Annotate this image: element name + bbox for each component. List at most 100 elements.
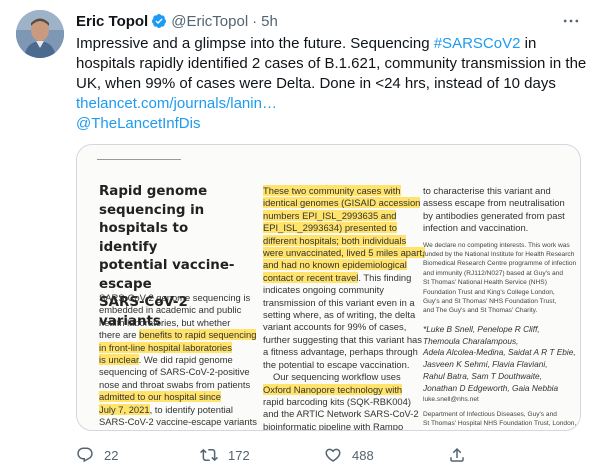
- paper-text-line: bioinformatic pipeline with Rampo: [263, 420, 425, 431]
- author-line: Jonathan D Edgeworth, Gaia Nebbia: [423, 382, 559, 393]
- paper-text: further suggesting that this variant has: [263, 333, 422, 345]
- paper-text-line: further suggesting that this variant has: [263, 334, 425, 346]
- heart-icon: [325, 448, 341, 462]
- retweet-button[interactable]: 172: [200, 444, 250, 466]
- author-name[interactable]: Eric Topol: [76, 13, 148, 30]
- tweet-text-segment: Impressive and a glimpse into the future…: [76, 35, 434, 52]
- funding-note-line: and immunity (RJ112/N027) based at Guy's…: [423, 269, 564, 277]
- paper-text-line: the potential to escape vaccination.: [263, 359, 425, 371]
- page-rule: [97, 159, 181, 160]
- mention-link[interactable]: @TheLancetInfDis: [76, 114, 581, 134]
- highlighted-text: is unclear: [99, 354, 139, 366]
- paper-text-line: for infection control and public health: [99, 428, 257, 430]
- funding-note-line: funded by the National Institute for Hea…: [423, 251, 575, 259]
- reply-button[interactable]: 22: [76, 444, 118, 466]
- paper-text-line: admitted to our hospital since: [99, 391, 257, 403]
- paper-text-line: identical genomes (GISAID accession: [263, 197, 425, 209]
- tweet-text-line: UK, when 99% of cases were Delta. Done i…: [76, 75, 556, 92]
- tweet-text-line: hospitals rapidly identified 2 cases of …: [76, 55, 587, 72]
- highlighted-text: benefits to rapid sequencing: [139, 329, 257, 341]
- highlighted-text: in front-line hospital laboratories: [99, 341, 232, 353]
- highlighted-text: July 7, 2021: [99, 403, 150, 415]
- affiliation-line: SE1 9RT, UK: [423, 429, 576, 431]
- author-line: Jasveen K Sehmi, Flavia Flaviani,: [423, 359, 548, 370]
- paper-text-line: SARS-CoV-2 vaccine-escape variants: [99, 416, 257, 428]
- paper-text-line: rapid barcoding kits (SQK-RBK004): [263, 396, 425, 408]
- paper-text: , to identify potential: [149, 403, 233, 415]
- paper-text-line: and the ARTIC Network SARS-CoV-2: [263, 408, 425, 420]
- paper-text: nose and throat swabs from patients: [99, 378, 251, 390]
- paper-text-line: in front-line hospital laboratories: [99, 341, 257, 354]
- paper-text-line: contact or recent travel. This finding: [263, 271, 425, 284]
- paper-text-line: July 7, 2021, to identify potential: [99, 403, 257, 416]
- paper-text: a fitness advantage, perhaps through: [263, 346, 418, 358]
- like-count: 488: [352, 447, 374, 463]
- paper-text-line: and had no known epidemiological: [263, 259, 425, 271]
- paper-text: Our sequencing workflow uses: [273, 371, 401, 383]
- paper-page: Rapid genome sequencing in hospitals to id…: [77, 145, 580, 431]
- affiliation-line: Department of Infectious Diseases, Guy's…: [423, 411, 557, 419]
- paper-text-line: embedded in academic and public: [99, 304, 257, 316]
- more-options-icon[interactable]: [560, 11, 582, 31]
- share-icon: [450, 447, 464, 462]
- highlighted-text: identical genomes (GISAID accession: [263, 197, 421, 209]
- paper-text: health laboratories, but whether: [99, 316, 231, 328]
- paper-text: indicates ongoing community: [263, 284, 384, 296]
- like-button[interactable]: 488: [324, 444, 374, 466]
- paper-text: rapid barcoding kits (SQK-RBK004): [263, 395, 411, 407]
- affiliation-line: St Thomas' Hospital NHS Foundation Trust…: [423, 420, 577, 428]
- author-avatar[interactable]: [16, 10, 64, 58]
- funding-note-line: St Thomas' National Health Service (NHS): [423, 279, 547, 287]
- paper-title-line: hospitals to identify: [99, 221, 189, 255]
- paper-title-line: potential vaccine-escape: [99, 258, 235, 292]
- tweet-body: Impressive and a glimpse into the future…: [76, 34, 587, 134]
- paper-text: . This finding: [358, 271, 412, 283]
- paper-text: SARS-CoV-2 genome sequencing is: [99, 292, 251, 303]
- paper-text: and the ARTIC Network SARS-CoV-2: [263, 408, 419, 420]
- highlighted-text: were unvaccinated, lived 5 miles apart,: [263, 247, 425, 259]
- paper-text-line: numbers EPI_ISL_2993635 and: [263, 209, 425, 222]
- paper-text: bioinformatic pipeline with Rampo: [263, 420, 404, 431]
- paper-text-line: to characterise this variant and: [423, 185, 551, 196]
- retweet-icon: [200, 448, 218, 462]
- funding-note-line: and The Guy's and St Thomas' Charity.: [423, 307, 538, 315]
- highlighted-text: These two community cases with: [263, 185, 401, 196]
- paper-text-line: infection and vaccination.: [423, 222, 529, 234]
- paper-column-3: to characterise this variant and assess e…: [423, 185, 577, 431]
- paper-title-line: Rapid genome: [99, 184, 208, 199]
- paper-text-line: setting where, as of writing, the delta: [263, 309, 425, 321]
- paper-text: . We did rapid genome: [138, 354, 233, 366]
- reply-count: 22: [104, 447, 119, 463]
- paper-text-line: is unclear. We did rapid genome: [99, 354, 257, 366]
- paper-text-line: transmission of this variant even in a: [263, 297, 425, 309]
- tweet-header: Eric Topol @EricTopol · 5h: [76, 10, 586, 32]
- paper-text-line: were unvaccinated, lived 5 miles apart,: [263, 247, 425, 259]
- highlighted-text: contact or recent travel: [263, 271, 359, 283]
- paper-text: sequencing of SARS-CoV-2-positive: [99, 366, 250, 378]
- article-link[interactable]: thelancet.com/journals/lanin…: [76, 94, 581, 114]
- author-line: *Luke B Snell, Penelope R Cliff,: [423, 323, 540, 334]
- author-handle[interactable]: @EricTopol: [171, 13, 248, 30]
- paper-text-line: These two community cases with: [263, 185, 425, 197]
- funding-note-line: Biomedical Research Centre programme of …: [423, 260, 577, 268]
- paper-column-2: These two community cases with identical …: [263, 185, 425, 431]
- hashtag-link[interactable]: #SARSCoV2: [434, 35, 521, 52]
- funding-note-line: Guy's and St Thomas' NHS Foundation Trus…: [423, 298, 557, 306]
- author-line: Rahul Batra, Sam T Douthwaite,: [423, 371, 542, 382]
- highlighted-text: different hospitals; both individuals: [263, 234, 407, 246]
- paper-title-line: sequencing in: [99, 202, 205, 218]
- verified-badge-icon: [151, 13, 167, 29]
- highlighted-text: and had no known epidemiological: [263, 259, 407, 271]
- share-button[interactable]: [448, 444, 466, 466]
- paper-text-line: different hospitals; both individuals: [263, 234, 425, 247]
- paper-text-line: nose and throat swabs from patients: [99, 379, 257, 391]
- paper-text-line: EPI_ISL_2993634) presented to: [263, 222, 425, 234]
- paper-text: setting where, as of writing, the delta: [263, 309, 416, 321]
- paper-text: the potential to escape vaccination.: [263, 358, 410, 370]
- tweet-image[interactable]: Rapid genome sequencing in hospitals to id…: [76, 144, 581, 431]
- tweet-text-line: Impressive and a glimpse into the future…: [76, 34, 581, 54]
- author-email: luke.snell@nhs.net: [423, 395, 479, 403]
- paper-text: embedded in academic and public: [99, 304, 242, 316]
- tweet-timestamp[interactable]: 5h: [261, 13, 278, 30]
